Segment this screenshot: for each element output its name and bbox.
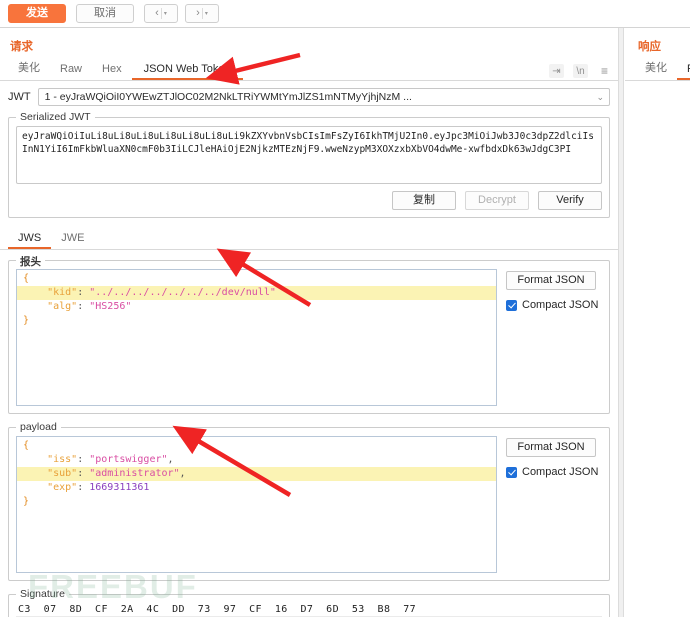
caret-down-icon: ▾ bbox=[205, 11, 208, 17]
payload-format-json-button[interactable]: Format JSON bbox=[506, 438, 596, 457]
signature-hex-line: C3 07 8D CF 2A 4C DD 73 97 CF 16 D7 6D 5… bbox=[16, 603, 602, 616]
tab-hex[interactable]: Hex bbox=[92, 61, 132, 80]
chevron-down-icon: ⌄ bbox=[596, 92, 604, 103]
payload-compact-json-label: Compact JSON bbox=[522, 466, 598, 478]
menu-icon[interactable]: ≡ bbox=[597, 64, 612, 78]
caret-down-icon: ▾ bbox=[164, 11, 167, 17]
header-group: 报头 { "kid": "../../../../../../../dev/nu… bbox=[8, 260, 610, 414]
token-punct: , bbox=[168, 454, 174, 465]
signature-hex-view[interactable]: C3 07 8D CF 2A 4C DD 73 97 CF 16 D7 6D 5… bbox=[16, 603, 602, 617]
show-newlines-icon[interactable]: \n bbox=[573, 64, 588, 78]
pane-splitter[interactable] bbox=[618, 28, 624, 617]
chevron-left-icon: ‹ bbox=[155, 8, 159, 19]
cancel-button[interactable]: 取消 bbox=[76, 4, 134, 23]
response-tabstrip: 美化 Ra bbox=[625, 59, 690, 81]
divider bbox=[161, 8, 162, 19]
code-line: "iss": "portswigger", bbox=[17, 453, 496, 467]
jwt-selector-row: JWT 1 - eyJraWQiOiI0YWEwZTJlOC02M2NkLTRi… bbox=[0, 81, 618, 106]
serialized-jwt-textarea[interactable]: eyJraWQiOiIuLi8uLi8uLi8uLi8uLi8uLi8uLi9k… bbox=[16, 126, 602, 184]
jwt-label: JWT bbox=[8, 91, 31, 103]
header-compact-json-label: Compact JSON bbox=[522, 299, 598, 311]
token-key: "iss" bbox=[23, 454, 77, 465]
serialized-jwt-group: Serialized JWT eyJraWQiOiIuLi8uLi8uLi8uL… bbox=[8, 117, 610, 218]
serialized-jwt-actions: 复制 Decrypt Verify bbox=[16, 191, 602, 210]
tab-pretty[interactable]: 美化 bbox=[8, 57, 50, 80]
header-editor-controls: Format JSON Compact JSON bbox=[506, 269, 602, 311]
token-str: "../../../../../../../dev/null" bbox=[89, 287, 276, 298]
jws-jwe-tabstrip: JWS JWE bbox=[0, 228, 618, 250]
header-json-editor[interactable]: { "kid": "../../../../../../../dev/null"… bbox=[16, 269, 497, 406]
request-tabstrip: 美化 Raw Hex JSON Web Token ⇥ \n ≡ bbox=[0, 59, 618, 81]
code-line: { bbox=[17, 439, 496, 453]
token-brace: { bbox=[23, 440, 29, 451]
code-line: "kid": "../../../../../../../dev/null" bbox=[17, 286, 496, 300]
response-tab-raw[interactable]: Ra bbox=[677, 61, 690, 80]
code-line: { bbox=[17, 272, 496, 286]
token-str: "portswigger" bbox=[89, 454, 167, 465]
tab-jws[interactable]: JWS bbox=[8, 230, 51, 249]
token-colon: : bbox=[77, 287, 89, 298]
payload-compact-json-checkbox[interactable]: Compact JSON bbox=[506, 466, 602, 478]
payload-editor-controls: Format JSON Compact JSON bbox=[506, 436, 602, 478]
token-key: "exp" bbox=[23, 482, 77, 493]
payload-legend: payload bbox=[16, 421, 61, 433]
code-line: "exp": 1669311361 bbox=[17, 481, 496, 495]
token-colon: : bbox=[77, 301, 89, 312]
payload-group: payload { "iss": "portswigger", "sub": "… bbox=[8, 427, 610, 581]
request-pane: 请求 美化 Raw Hex JSON Web Token ⇥ \n ≡ JWT … bbox=[0, 28, 618, 617]
checkbox-checked-icon bbox=[506, 467, 517, 478]
payload-json-editor[interactable]: { "iss": "portswigger", "sub": "administ… bbox=[16, 436, 497, 573]
token-brace: { bbox=[23, 273, 29, 284]
token-colon: : bbox=[77, 482, 89, 493]
signature-group: Signature C3 07 8D CF 2A 4C DD 73 97 CF … bbox=[8, 594, 610, 617]
token-punct: , bbox=[180, 468, 186, 479]
decrypt-button[interactable]: Decrypt bbox=[465, 191, 529, 210]
send-button[interactable]: 发送 bbox=[8, 4, 66, 23]
header-compact-json-checkbox[interactable]: Compact JSON bbox=[506, 299, 602, 311]
copy-button[interactable]: 复制 bbox=[392, 191, 456, 210]
burp-jwt-editor-window: 发送 取消 ‹ ▾ › ▾ 请求 美化 Raw Hex JSON Web Tok… bbox=[0, 0, 690, 617]
token-brace: } bbox=[23, 496, 29, 507]
divider bbox=[202, 8, 203, 19]
header-format-json-button[interactable]: Format JSON bbox=[506, 271, 596, 290]
chevron-right-icon: › bbox=[196, 8, 200, 19]
code-line: } bbox=[17, 314, 496, 328]
response-tab-pretty[interactable]: 美化 bbox=[635, 57, 677, 80]
checkbox-checked-icon bbox=[506, 300, 517, 311]
tab-json-web-token[interactable]: JSON Web Token bbox=[132, 61, 243, 80]
wrap-lines-icon[interactable]: ⇥ bbox=[549, 64, 564, 78]
token-colon: : bbox=[77, 468, 89, 479]
token-brace: } bbox=[23, 315, 29, 326]
verify-button[interactable]: Verify bbox=[538, 191, 602, 210]
payload-editor-wrap: { "iss": "portswigger", "sub": "administ… bbox=[16, 436, 602, 573]
code-line: "alg": "HS256" bbox=[17, 300, 496, 314]
jwt-select-value: 1 - eyJraWQiOiI0YWEwZTJlOC02M2NkLTRiYWMt… bbox=[45, 91, 412, 103]
header-legend: 报头 bbox=[16, 254, 45, 269]
token-str: "administrator" bbox=[89, 468, 179, 479]
code-line: } bbox=[17, 495, 496, 509]
jwt-select[interactable]: 1 - eyJraWQiOiI0YWEwZTJlOC02M2NkLTRiYWMt… bbox=[38, 88, 610, 106]
token-str: "HS256" bbox=[89, 301, 131, 312]
next-request-button[interactable]: › ▾ bbox=[185, 4, 219, 23]
code-line: "sub": "administrator", bbox=[17, 467, 496, 481]
request-tools: ⇥ \n ≡ bbox=[549, 64, 612, 78]
response-pane: 响应 美化 Ra bbox=[625, 28, 690, 617]
serialized-jwt-legend: Serialized JWT bbox=[16, 111, 95, 123]
tab-raw[interactable]: Raw bbox=[50, 61, 92, 80]
prev-request-button[interactable]: ‹ ▾ bbox=[144, 4, 178, 23]
request-pane-title: 请求 bbox=[0, 28, 618, 54]
response-pane-title: 响应 bbox=[625, 28, 690, 54]
top-toolbar: 发送 取消 ‹ ▾ › ▾ bbox=[0, 0, 690, 28]
history-nav-group: ‹ ▾ › ▾ bbox=[144, 4, 226, 23]
token-key: "sub" bbox=[23, 468, 77, 479]
tab-jwe[interactable]: JWE bbox=[51, 230, 94, 249]
signature-legend: Signature bbox=[16, 588, 69, 600]
token-num: 1669311361 bbox=[89, 482, 149, 493]
token-key: "kid" bbox=[23, 287, 77, 298]
token-key: "alg" bbox=[23, 301, 77, 312]
header-editor-wrap: { "kid": "../../../../../../../dev/null"… bbox=[16, 269, 602, 406]
token-colon: : bbox=[77, 454, 89, 465]
